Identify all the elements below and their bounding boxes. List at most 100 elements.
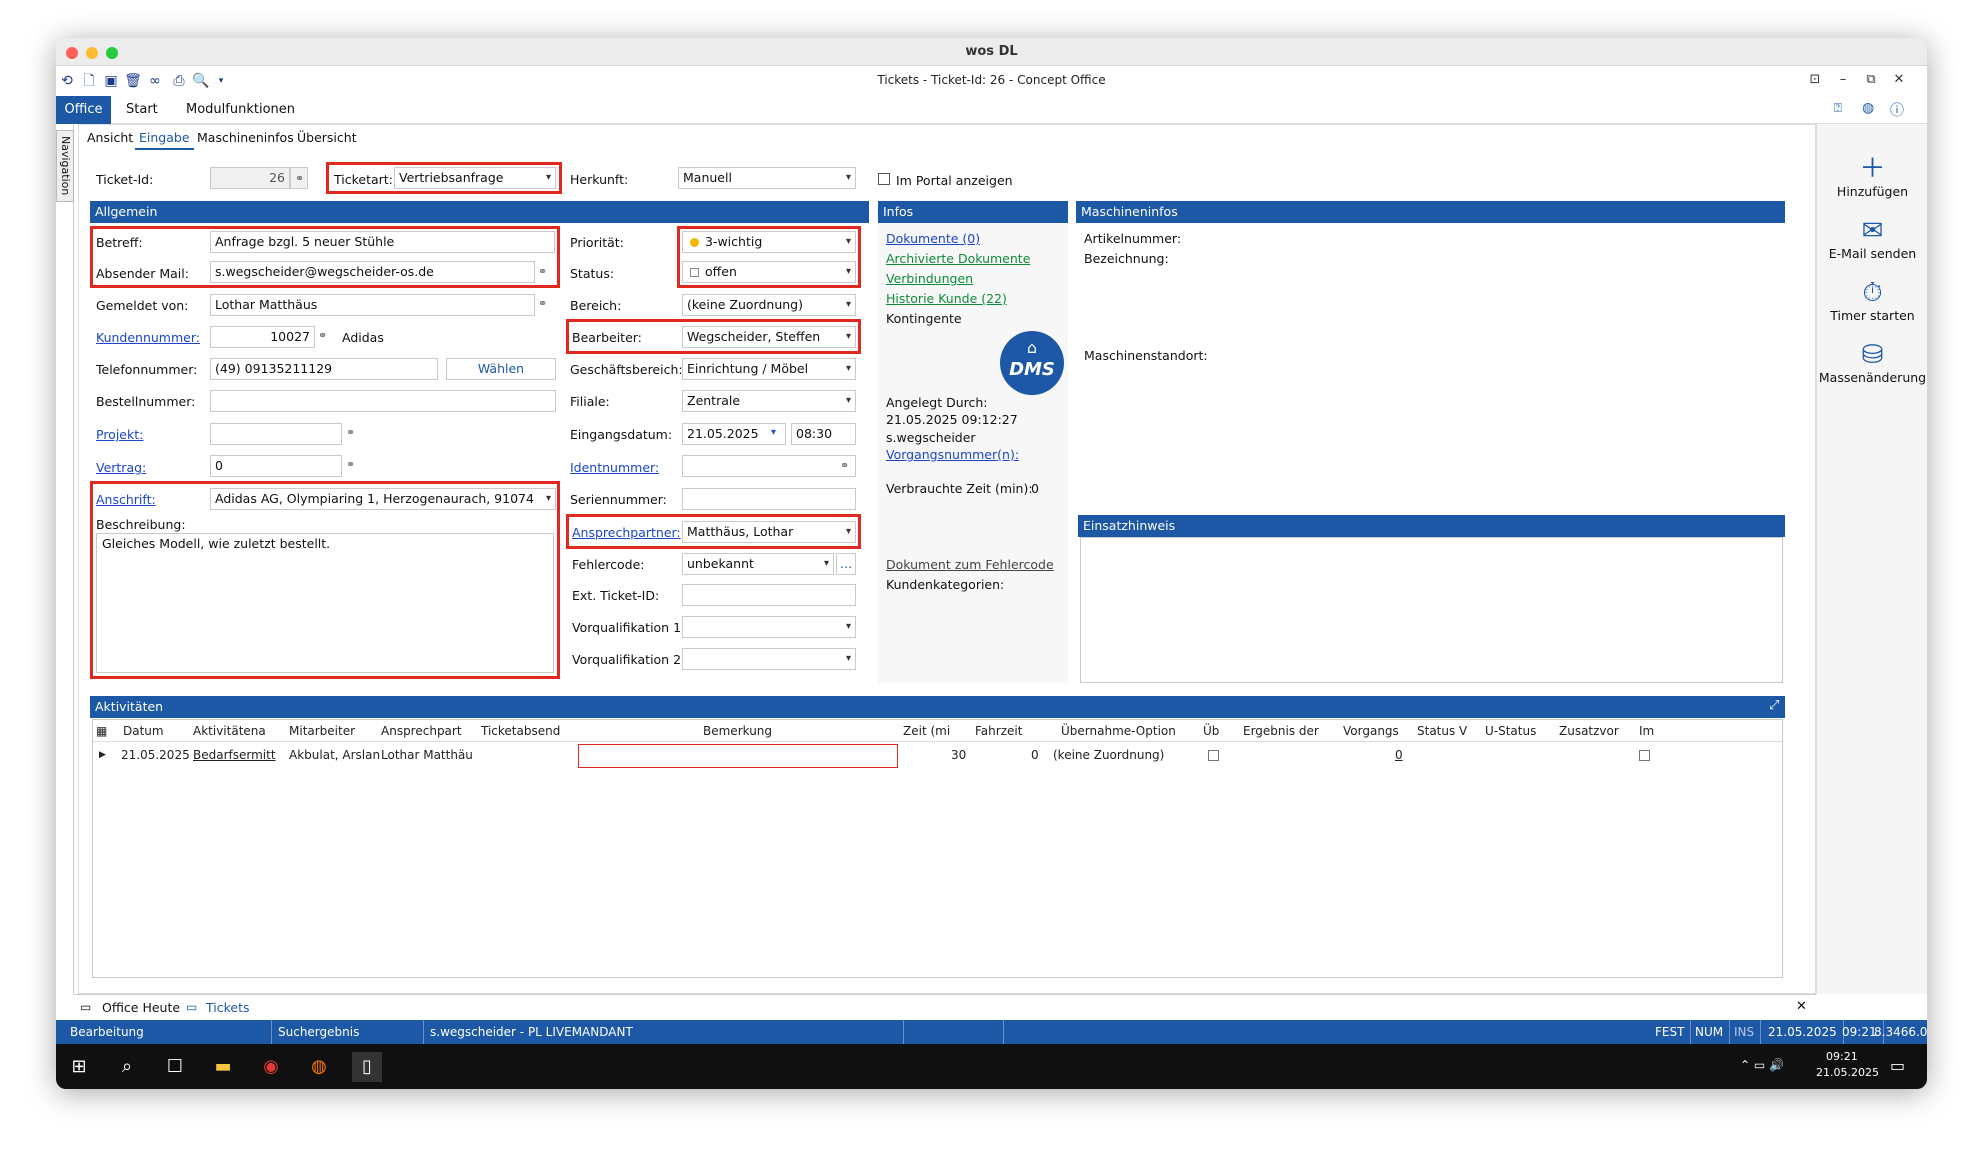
subtab-eingabe[interactable]: Eingabe bbox=[135, 128, 194, 150]
cell-ueb-checkbox[interactable] bbox=[1208, 750, 1219, 761]
app-orange-icon[interactable]: ◍ bbox=[304, 1052, 334, 1082]
minimize-icon[interactable]: – bbox=[1834, 72, 1852, 87]
notification-icon[interactable]: ▭ bbox=[1890, 1056, 1905, 1075]
status-select[interactable]: offen bbox=[682, 261, 856, 283]
col-fahrzeit[interactable]: Fahrzeit bbox=[975, 720, 1022, 742]
vertrag-lookup-icon[interactable]: ⚭ bbox=[346, 458, 355, 471]
col-ansprechpartner[interactable]: Ansprechpart bbox=[381, 720, 462, 742]
vorgangsnummer-link[interactable]: Vorgangsnummer(n): bbox=[886, 447, 1019, 462]
col-ergebnis[interactable]: Ergebnis der bbox=[1243, 720, 1319, 742]
tab-office[interactable]: Office bbox=[56, 96, 111, 124]
gemeldet-lookup-icon[interactable]: ⚭ bbox=[538, 297, 547, 310]
identnummer-field[interactable] bbox=[682, 455, 856, 477]
col-datum[interactable]: Datum bbox=[123, 720, 164, 742]
col-vorgangs[interactable]: Vorgangs bbox=[1343, 720, 1399, 742]
fehlercode-select[interactable]: unbekannt bbox=[682, 553, 834, 575]
ticketart-select[interactable]: Vertriebsanfrage bbox=[394, 167, 556, 189]
subtab-maschineninfos[interactable]: Maschineninfos bbox=[193, 128, 298, 148]
expand-icon[interactable]: ⤢ bbox=[1769, 698, 1779, 713]
col-zusatzvor[interactable]: Zusatzvor bbox=[1559, 720, 1619, 742]
verbindungen-link[interactable]: Verbindungen bbox=[886, 271, 973, 286]
file-explorer-icon[interactable]: ▬ bbox=[208, 1052, 238, 1082]
col-zeit[interactable]: Zeit (mi bbox=[903, 720, 950, 742]
ansprechpartner-link[interactable]: Ansprechpartner: bbox=[572, 525, 681, 540]
prioritaet-select[interactable]: 3-wichtig bbox=[682, 231, 856, 253]
chrome-icon[interactable]: ◉ bbox=[256, 1052, 286, 1082]
projekt-lookup-icon[interactable]: ⚭ bbox=[346, 426, 355, 439]
maximize-icon[interactable]: ⧉ bbox=[1862, 72, 1880, 87]
cell-im-checkbox[interactable] bbox=[1639, 750, 1650, 761]
bestell-field[interactable] bbox=[210, 390, 556, 412]
projekt-field[interactable] bbox=[210, 423, 342, 445]
portal-checkbox[interactable] bbox=[878, 173, 890, 185]
absender-lookup-icon[interactable]: ⚭ bbox=[538, 265, 547, 278]
subtab-uebersicht[interactable]: Übersicht bbox=[293, 128, 361, 148]
ticket-id-lookup-icon[interactable]: ⚭ bbox=[290, 167, 308, 189]
search-icon[interactable]: ⌕ bbox=[112, 1052, 142, 1082]
col-aktivitaet[interactable]: Aktivitätena bbox=[193, 720, 266, 742]
col-ueb[interactable]: Üb bbox=[1203, 720, 1219, 742]
vorqualifikation1-select[interactable] bbox=[682, 616, 856, 638]
col-uebernahme[interactable]: Übernahme-Option bbox=[1061, 720, 1176, 742]
beschreibung-textarea[interactable]: Gleiches Modell, wie zuletzt bestellt. bbox=[96, 533, 554, 673]
task-view-icon[interactable]: ☐ bbox=[160, 1052, 190, 1082]
grid-options-icon[interactable]: ▦ bbox=[96, 720, 107, 742]
col-bemerkung[interactable]: Bemerkung bbox=[703, 720, 772, 742]
col-ticketabsender[interactable]: Ticketabsend bbox=[481, 720, 560, 742]
close-tab-icon[interactable]: ✕ bbox=[1796, 999, 1807, 1014]
herkunft-select[interactable]: Manuell bbox=[678, 167, 856, 189]
tab-modulfunktionen[interactable]: Modulfunktionen bbox=[176, 96, 305, 124]
hinzufuegen-button[interactable]: ＋ Hinzufügen bbox=[1817, 154, 1927, 199]
subtab-ansicht[interactable]: Ansicht bbox=[83, 128, 137, 148]
anschrift-link[interactable]: Anschrift: bbox=[96, 492, 156, 507]
einsatzhinweis-textarea[interactable] bbox=[1080, 537, 1783, 683]
kunde-lookup-icon[interactable]: ⚭ bbox=[318, 329, 327, 342]
eingangszeit-field[interactable]: 08:30 bbox=[791, 423, 856, 445]
col-im[interactable]: Im bbox=[1639, 720, 1654, 742]
vertrag-link[interactable]: Vertrag: bbox=[96, 460, 146, 475]
telefon-field[interactable]: (49) 09135211129 bbox=[210, 358, 438, 380]
absender-field[interactable]: s.wegscheider@wegscheider-os.de bbox=[210, 261, 535, 283]
anschrift-select[interactable]: Adidas AG, Olympiaring 1, Herzogenaurach… bbox=[210, 488, 556, 510]
col-status-v[interactable]: Status V bbox=[1417, 720, 1467, 742]
help-icon[interactable]: ⍰ bbox=[1834, 101, 1842, 116]
vorqualifikation2-select[interactable] bbox=[682, 648, 856, 670]
restore-layout-icon[interactable]: ⊡ bbox=[1806, 72, 1824, 87]
table-row[interactable]: ▶ 21.05.2025 Bedarfsermitt Akbulat, Arsl… bbox=[93, 744, 1673, 768]
concept-office-taskbar-icon[interactable]: ▯ bbox=[352, 1052, 382, 1082]
tab-office-heute[interactable]: Office Heute bbox=[102, 1000, 180, 1015]
navigation-toggle[interactable]: Navigation bbox=[56, 130, 74, 202]
ident-lookup-icon[interactable]: ⚭ bbox=[840, 459, 849, 472]
seriennummer-field[interactable] bbox=[682, 488, 856, 510]
windows-start-icon[interactable]: ⊞ bbox=[64, 1052, 94, 1082]
close-icon[interactable]: ✕ bbox=[1890, 72, 1908, 87]
waehlen-button[interactable]: Wählen bbox=[446, 358, 556, 380]
identnummer-link[interactable]: Identnummer: bbox=[570, 460, 659, 475]
historie-kunde-link[interactable]: Historie Kunde (22) bbox=[886, 291, 1007, 306]
massenaenderung-button[interactable]: ⛁ Massenänderung bbox=[1817, 340, 1927, 385]
bereich-select[interactable]: (keine Zuordnung) bbox=[682, 294, 856, 316]
col-u-status[interactable]: U-Status bbox=[1485, 720, 1536, 742]
fehlercode-more-button[interactable]: … bbox=[836, 553, 856, 575]
dms-logo[interactable]: ⌂ DMS bbox=[1000, 331, 1064, 395]
geschaeftsbereich-select[interactable]: Einrichtung / Möbel bbox=[682, 358, 856, 380]
dokumente-link[interactable]: Dokumente (0) bbox=[886, 231, 980, 246]
archivierte-dokumente-link[interactable]: Archivierte Dokumente bbox=[886, 251, 1030, 266]
tab-start[interactable]: Start bbox=[116, 96, 168, 124]
kundennummer-link[interactable]: Kundennummer: bbox=[96, 330, 200, 345]
email-senden-button[interactable]: ✉ E-Mail senden bbox=[1817, 216, 1927, 261]
calendar-dropdown-icon[interactable]: ▾ bbox=[771, 427, 776, 438]
projekt-link[interactable]: Projekt: bbox=[96, 427, 143, 442]
cell-aktivitaet-link[interactable]: Bedarfsermitt bbox=[193, 744, 276, 766]
bearbeiter-select[interactable]: Wegscheider, Steffen bbox=[682, 326, 856, 348]
timer-starten-button[interactable]: ⏱ Timer starten bbox=[1817, 278, 1927, 323]
gemeldet-field[interactable]: Lothar Matthäus bbox=[210, 294, 535, 316]
ext-ticket-field[interactable] bbox=[682, 584, 856, 606]
vertrag-field[interactable]: 0 bbox=[210, 455, 342, 477]
cell-vorgangs-link[interactable]: 0 bbox=[1395, 744, 1403, 766]
info-icon[interactable]: ⓘ bbox=[1890, 100, 1904, 120]
filiale-select[interactable]: Zentrale bbox=[682, 390, 856, 412]
dokument-fehlercode-link[interactable]: Dokument zum Fehlercode bbox=[886, 557, 1054, 572]
cell-bemerkung[interactable] bbox=[578, 744, 898, 768]
tab-tickets[interactable]: Tickets bbox=[206, 1000, 250, 1015]
